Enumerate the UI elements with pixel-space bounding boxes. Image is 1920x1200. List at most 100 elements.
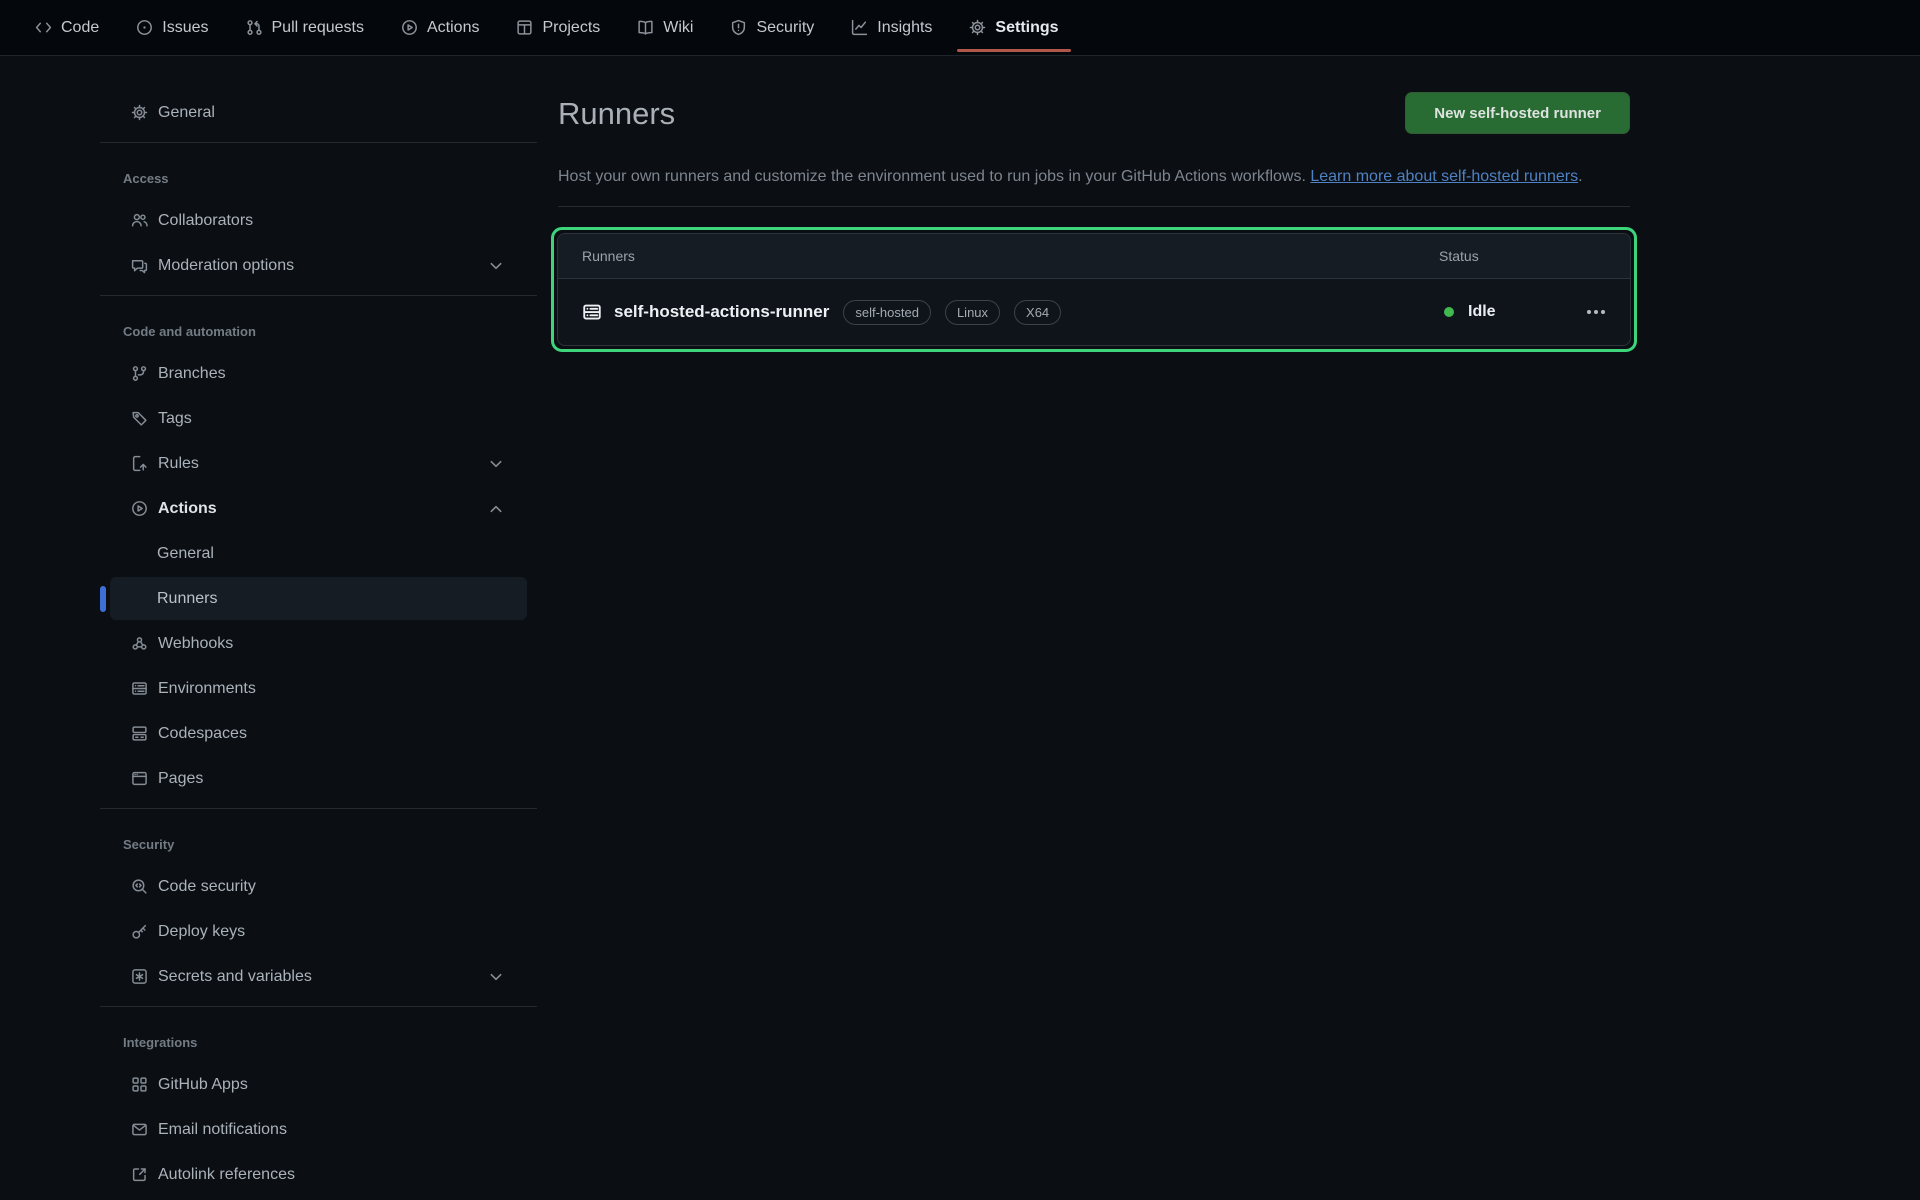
chevron-down-icon bbox=[489, 970, 503, 984]
server-icon bbox=[131, 680, 148, 697]
sidebar-item-tags[interactable]: Tags bbox=[110, 397, 527, 440]
play-icon bbox=[131, 500, 148, 517]
sidebar-item-autolink-references[interactable]: Autolink references bbox=[110, 1153, 527, 1196]
sidebar-item-actions-runners[interactable]: Runners bbox=[110, 577, 527, 620]
new-self-hosted-runner-button[interactable]: New self-hosted runner bbox=[1405, 92, 1630, 134]
sidebar-item-webhooks[interactable]: Webhooks bbox=[110, 622, 527, 665]
cross-reference-icon bbox=[131, 1166, 148, 1183]
description-suffix: . bbox=[1578, 168, 1582, 185]
tab-label: Issues bbox=[162, 19, 208, 37]
sidebar-item-actions-general[interactable]: General bbox=[110, 532, 527, 575]
sidebar-item-label: Secrets and variables bbox=[158, 968, 312, 986]
sidebar-item-email-notifications[interactable]: Email notifications bbox=[110, 1108, 527, 1151]
browser-icon bbox=[131, 770, 148, 787]
sidebar-section-integrations: Integrations bbox=[100, 1033, 537, 1053]
tab-label: Pull requests bbox=[272, 19, 365, 37]
git-branch-icon bbox=[131, 365, 148, 382]
sidebar-item-label: Actions bbox=[158, 500, 217, 518]
sidebar-item-environments[interactable]: Environments bbox=[110, 667, 527, 710]
sidebar-item-label: Collaborators bbox=[158, 212, 253, 230]
sidebar-item-actions[interactable]: Actions bbox=[110, 487, 527, 530]
tab-label: Code bbox=[61, 19, 99, 37]
main-content: Runners New self-hosted runner Host your… bbox=[558, 56, 1630, 352]
sidebar-divider bbox=[100, 1006, 537, 1007]
gear-icon bbox=[969, 19, 986, 36]
status-idle-dot bbox=[1444, 307, 1454, 317]
sidebar-item-label: Tags bbox=[158, 410, 192, 428]
learn-more-link[interactable]: Learn more about self-hosted runners bbox=[1310, 168, 1578, 185]
sidebar-item-label: Moderation options bbox=[158, 257, 294, 275]
sidebar-item-label: Runners bbox=[157, 590, 217, 608]
sidebar-divider bbox=[100, 295, 537, 296]
content-divider bbox=[558, 206, 1630, 207]
sidebar-item-pages[interactable]: Pages bbox=[110, 757, 527, 800]
sidebar-item-branches[interactable]: Branches bbox=[110, 352, 527, 395]
sidebar-item-label: Environments bbox=[158, 680, 256, 698]
shield-icon bbox=[730, 19, 747, 36]
sidebar-item-code-security[interactable]: Code security bbox=[110, 865, 527, 908]
sidebar-item-label: Code security bbox=[158, 878, 256, 896]
sidebar-item-label: Pages bbox=[158, 770, 203, 788]
repo-tab-bar: Code Issues Pull requests Actions Projec… bbox=[0, 0, 1920, 56]
sidebar-item-moderation-options[interactable]: Moderation options bbox=[110, 244, 527, 287]
kebab-menu-button[interactable] bbox=[1583, 302, 1609, 322]
sidebar-section-code-automation: Code and automation bbox=[100, 322, 537, 342]
runners-description: Host your own runners and customize the … bbox=[558, 162, 1630, 191]
chevron-up-icon bbox=[489, 502, 503, 516]
runner-name-cell: self-hosted-actions-runner self-hosted L… bbox=[582, 300, 1422, 325]
tab-actions[interactable]: Actions bbox=[389, 0, 491, 55]
tag-icon bbox=[131, 410, 148, 427]
chevron-down-icon bbox=[489, 259, 503, 273]
tab-projects[interactable]: Projects bbox=[504, 0, 612, 55]
sidebar-item-label: General bbox=[158, 104, 215, 122]
sidebar-item-secrets-variables[interactable]: Secrets and variables bbox=[110, 955, 527, 998]
play-icon bbox=[401, 19, 418, 36]
sidebar-item-collaborators[interactable]: Collaborators bbox=[110, 199, 527, 242]
chevron-down-icon bbox=[489, 457, 503, 471]
runner-status: Idle bbox=[1468, 303, 1496, 321]
sidebar-item-label: Deploy keys bbox=[158, 923, 245, 941]
key-icon bbox=[131, 923, 148, 940]
code-icon bbox=[35, 19, 52, 36]
sidebar-section-security: Security bbox=[100, 835, 537, 855]
gear-icon bbox=[131, 104, 148, 121]
tab-insights[interactable]: Insights bbox=[839, 0, 944, 55]
tab-settings[interactable]: Settings bbox=[957, 0, 1070, 55]
column-header-runners: Runners bbox=[582, 248, 635, 264]
tab-code[interactable]: Code bbox=[23, 0, 111, 55]
sidebar-item-rules[interactable]: Rules bbox=[110, 442, 527, 485]
sidebar-item-general[interactable]: General bbox=[110, 91, 527, 134]
sidebar-item-label: Autolink references bbox=[158, 1166, 295, 1184]
code-scan-icon bbox=[131, 878, 148, 895]
page-header: Runners New self-hosted runner bbox=[558, 92, 1630, 138]
sidebar-section-access: Access bbox=[100, 169, 537, 189]
tab-pull-requests[interactable]: Pull requests bbox=[234, 0, 377, 55]
sidebar-item-github-apps[interactable]: GitHub Apps bbox=[110, 1063, 527, 1106]
table-header-row: Runners Status bbox=[558, 234, 1630, 279]
tab-wiki[interactable]: Wiki bbox=[625, 0, 705, 55]
graph-icon bbox=[851, 19, 868, 36]
tab-label: Actions bbox=[427, 19, 479, 37]
project-table-icon bbox=[516, 19, 533, 36]
tab-security[interactable]: Security bbox=[718, 0, 826, 55]
people-icon bbox=[131, 212, 148, 229]
sidebar-divider bbox=[100, 142, 537, 143]
sidebar-item-deploy-keys[interactable]: Deploy keys bbox=[110, 910, 527, 953]
sidebar-item-codespaces[interactable]: Codespaces bbox=[110, 712, 527, 755]
description-text: Host your own runners and customize the … bbox=[558, 168, 1310, 185]
tab-issues[interactable]: Issues bbox=[124, 0, 220, 55]
runner-label-pill: self-hosted bbox=[843, 300, 931, 325]
comment-discussion-icon bbox=[131, 257, 148, 274]
tab-label: Security bbox=[756, 19, 814, 37]
runner-label-pill: X64 bbox=[1014, 300, 1061, 325]
git-pull-request-icon bbox=[246, 19, 263, 36]
tab-label: Wiki bbox=[663, 19, 693, 37]
column-header-status: Status bbox=[1439, 248, 1630, 264]
book-icon bbox=[637, 19, 654, 36]
runners-table: Runners Status self-hosted-actions-runne… bbox=[557, 233, 1631, 346]
sidebar-item-label: GitHub Apps bbox=[158, 1076, 248, 1094]
webhook-icon bbox=[131, 635, 148, 652]
sidebar-item-label: Codespaces bbox=[158, 725, 247, 743]
sidebar-divider bbox=[100, 808, 537, 809]
highlight-annotation: Runners Status self-hosted-actions-runne… bbox=[551, 227, 1637, 352]
